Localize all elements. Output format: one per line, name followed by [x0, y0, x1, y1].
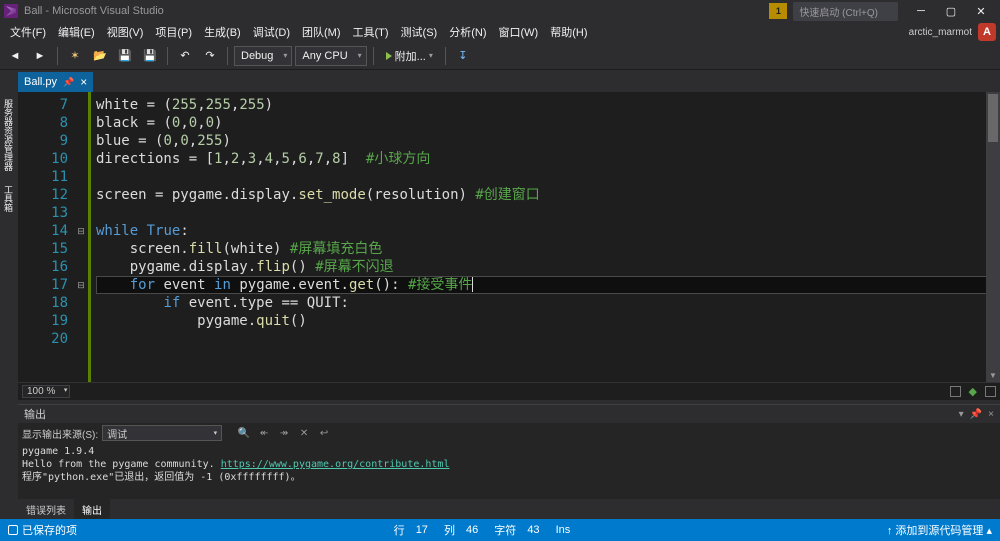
title-bar: Ball - Microsoft Visual Studio 1 快速启动 (C… — [0, 0, 1000, 22]
menu-item[interactable]: 视图(V) — [101, 22, 150, 42]
output-next-button[interactable]: ↠ — [276, 425, 292, 441]
output-prev-button[interactable]: ↞ — [256, 425, 272, 441]
menu-item[interactable]: 团队(M) — [296, 22, 347, 42]
window-minimize-button[interactable]: ─ — [906, 1, 936, 21]
scroll-thumb[interactable] — [988, 94, 998, 142]
save-button[interactable]: 💾 — [114, 45, 136, 67]
redo-button[interactable]: ↷ — [199, 45, 221, 67]
output-pin-button[interactable]: 📌 — [970, 409, 982, 420]
step-button[interactable]: ↧ — [452, 45, 474, 67]
annotation-icon[interactable] — [985, 386, 996, 397]
menu-item[interactable]: 文件(F) — [4, 22, 52, 42]
save-status-icon — [8, 525, 18, 535]
tab-close-button[interactable]: × — [80, 75, 87, 89]
tab-label: Ball.py — [24, 76, 57, 88]
output-text[interactable]: pygame 1.9.4Hello from the pygame commun… — [18, 443, 1000, 499]
avatar[interactable]: A — [978, 23, 996, 41]
status-col: 列 46 — [436, 519, 486, 541]
menu-item[interactable]: 调试(D) — [247, 22, 296, 42]
notifications-button[interactable]: 1 — [769, 3, 787, 19]
rail-tab[interactable]: 工具箱 — [0, 178, 18, 219]
new-project-button[interactable]: ✶ — [64, 45, 86, 67]
bottom-tab-strip: 错误列表输出 — [18, 499, 1000, 519]
window-title: Ball - Microsoft Visual Studio — [24, 5, 164, 17]
config-select[interactable]: Debug — [234, 46, 292, 66]
menu-item[interactable]: 测试(S) — [395, 22, 444, 42]
code-area[interactable]: white = (255,255,255)black = (0,0,0)blue… — [92, 92, 1000, 382]
nav-back-button[interactable]: ◄ — [4, 45, 26, 67]
quick-launch-input[interactable]: 快速启动 (Ctrl+Q) — [793, 2, 898, 21]
output-source-select[interactable]: 调试 — [102, 425, 222, 441]
menu-item[interactable]: 编辑(E) — [52, 22, 101, 42]
output-panel: 输出 ▾ 📌 × 显示输出来源(S): 调试 🔍 ↞ ↠ ✕ ↩ pygame … — [18, 404, 1000, 499]
code-editor[interactable]: 7891011121314151617181920 ⊟⊟ white = (25… — [18, 92, 1000, 382]
output-source-label: 显示输出来源(S): — [22, 426, 98, 441]
status-ins: Ins — [548, 519, 579, 541]
menu-item[interactable]: 工具(T) — [347, 22, 395, 42]
vs-logo-icon — [4, 4, 18, 18]
menu-item[interactable]: 帮助(H) — [544, 22, 593, 42]
menu-item[interactable]: 窗口(W) — [493, 22, 545, 42]
start-debug-button[interactable]: 附加... ▾ — [380, 45, 439, 67]
pin-icon[interactable]: 📌 — [63, 77, 74, 88]
status-char: 字符 43 — [486, 519, 547, 541]
line-number-gutter: 7891011121314151617181920 — [18, 92, 74, 382]
open-button[interactable]: 📂 — [89, 45, 111, 67]
fold-margin[interactable]: ⊟⊟ — [74, 92, 88, 382]
output-link[interactable]: https://www.pygame.org/contribute.html — [221, 459, 450, 470]
scroll-down-button[interactable]: ▼ — [986, 368, 1000, 382]
vertical-scrollbar[interactable]: ▲ ▼ — [986, 92, 1000, 382]
left-tool-rail: 服务器资源管理器工具箱 — [0, 92, 18, 519]
platform-select[interactable]: Any CPU — [295, 46, 366, 66]
signed-in-user[interactable]: arctic_marmot — [909, 27, 972, 38]
play-icon — [386, 52, 392, 60]
editor-footer: 100 % ◆ — [18, 382, 1000, 400]
rail-tab[interactable]: 服务器资源管理器 — [0, 92, 18, 178]
output-autohide-button[interactable]: ▾ — [959, 409, 964, 420]
bottom-tab[interactable]: 错误列表 — [18, 499, 74, 519]
zoom-select[interactable]: 100 % — [22, 385, 70, 398]
undo-button[interactable]: ↶ — [174, 45, 196, 67]
tab-well: Ball.py 📌 × — [0, 70, 1000, 92]
output-clear-button[interactable]: ✕ — [296, 425, 312, 441]
output-find-button[interactable]: 🔍 — [236, 425, 252, 441]
change-indicator — [88, 92, 91, 382]
nav-fwd-button[interactable]: ► — [29, 45, 51, 67]
status-line: 行 17 — [386, 519, 436, 541]
save-all-button[interactable]: 💾 — [139, 45, 161, 67]
window-close-button[interactable]: ✕ — [966, 1, 996, 21]
status-source-control[interactable]: ↑ 添加到源代码管理 ▴ — [879, 519, 1000, 541]
output-wrap-button[interactable]: ↩ — [316, 425, 332, 441]
status-bar: 已保存的项 行 17 列 46 字符 43 Ins ↑ 添加到源代码管理 ▴ — [0, 519, 1000, 541]
main-toolbar: ◄ ► ✶ 📂 💾 💾 ↶ ↷ Debug Any CPU 附加... ▾ ↧ — [0, 42, 1000, 70]
bottom-tab[interactable]: 输出 — [74, 499, 110, 519]
split-view-icon[interactable] — [950, 386, 961, 397]
menu-item[interactable]: 项目(P) — [149, 22, 198, 42]
file-tab-active[interactable]: Ball.py 📌 × — [18, 72, 93, 92]
window-maximize-button[interactable]: ▢ — [936, 1, 966, 21]
output-close-button[interactable]: × — [988, 409, 994, 420]
menu-item[interactable]: 分析(N) — [443, 22, 492, 42]
status-saved[interactable]: 已保存的项 — [0, 519, 85, 541]
menu-item[interactable]: 生成(B) — [198, 22, 247, 42]
output-title: 输出 — [24, 406, 46, 422]
menu-bar: 文件(F)编辑(E)视图(V)项目(P)生成(B)调试(D)团队(M)工具(T)… — [0, 22, 598, 42]
